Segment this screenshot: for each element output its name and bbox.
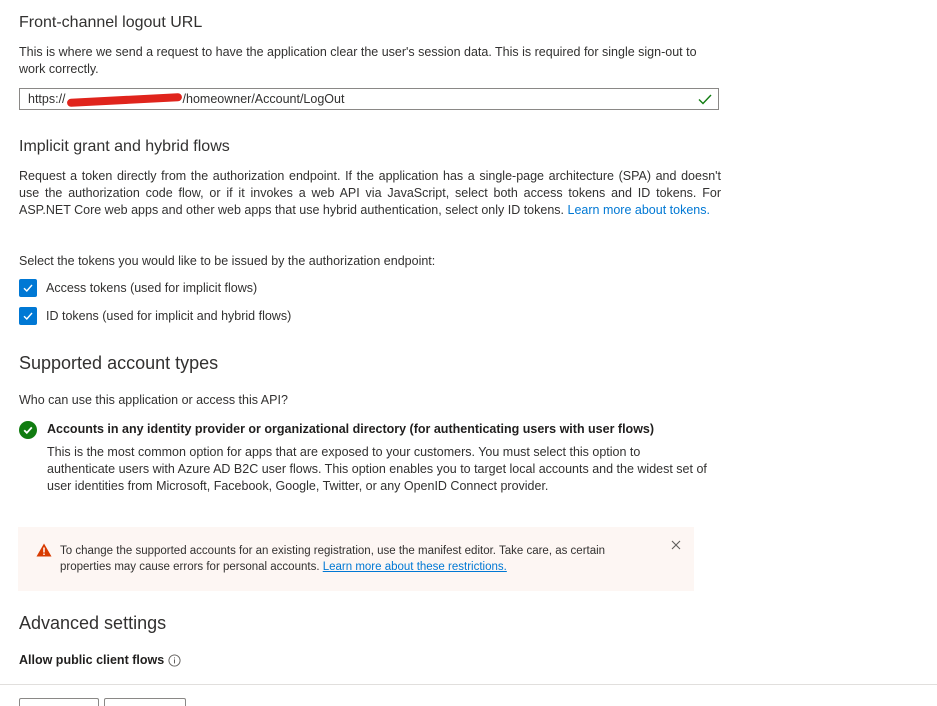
access-tokens-label: Access tokens (used for implicit flows)	[46, 281, 258, 295]
check-icon	[23, 312, 33, 321]
implicit-grant-title: Implicit grant and hybrid flows	[19, 138, 230, 155]
logout-url-prefix: https://	[28, 92, 66, 106]
redaction-mark	[66, 92, 182, 107]
footer-divider	[0, 684, 937, 685]
implicit-grant-description: Request a token directly from the author…	[19, 168, 721, 219]
id-tokens-checkbox-row[interactable]: ID tokens (used for implicit and hybrid …	[19, 307, 291, 325]
account-types-question: Who can use this application or access t…	[19, 393, 288, 407]
account-types-title: Supported account types	[19, 353, 219, 373]
advanced-settings-title: Advanced settings	[19, 613, 167, 633]
warning-message-bar: To change the supported accounts for an …	[18, 527, 694, 591]
id-tokens-checkbox[interactable]	[19, 307, 37, 325]
valid-check-icon	[698, 89, 712, 114]
info-icon[interactable]	[168, 653, 181, 667]
public-client-flows-text: Allow public client flows	[19, 653, 165, 667]
close-icon	[671, 540, 681, 550]
access-tokens-checkbox[interactable]	[19, 279, 37, 297]
warning-message: To change the supported accounts for an …	[60, 544, 640, 575]
warning-icon	[36, 543, 52, 560]
learn-more-tokens-link[interactable]: Learn more about tokens.	[568, 203, 710, 217]
footer-button-primary[interactable]	[19, 698, 99, 706]
id-tokens-label: ID tokens (used for implicit and hybrid …	[46, 309, 292, 323]
learn-more-restrictions-link[interactable]: Learn more about these restrictions.	[323, 561, 507, 573]
logout-url-description: This is where we send a request to have …	[19, 45, 697, 76]
access-tokens-checkbox-row[interactable]: Access tokens (used for implicit flows)	[19, 279, 257, 297]
public-client-flows-label: Allow public client flows	[19, 653, 181, 667]
account-option-title: Accounts in any identity provider or org…	[47, 422, 655, 436]
logout-url-input[interactable]: https:// /homeowner/Account/LogOut	[19, 88, 719, 110]
footer-button-secondary[interactable]	[104, 698, 186, 706]
logout-url-suffix: /homeowner/Account/LogOut	[182, 92, 345, 106]
token-select-label: Select the tokens you would like to be i…	[19, 254, 436, 268]
check-icon	[23, 284, 33, 293]
logout-url-title: Front-channel logout URL	[19, 14, 203, 31]
dismiss-warning-button[interactable]	[671, 538, 681, 553]
account-option-description: This is the most common option for apps …	[47, 445, 707, 493]
success-check-icon	[19, 421, 37, 439]
